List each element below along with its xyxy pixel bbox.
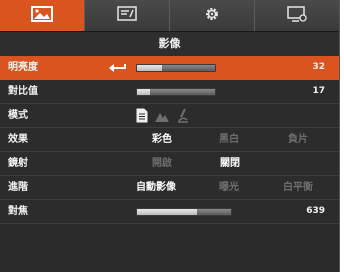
document-icon[interactable] bbox=[136, 108, 148, 126]
mirror-label: 鏡射 bbox=[8, 158, 28, 169]
row-advanced[interactable]: 進階 自動影像 曝光 白平衡 bbox=[0, 176, 339, 200]
tab-display[interactable] bbox=[255, 0, 339, 31]
contrast-value: 17 bbox=[312, 86, 325, 96]
tab-settings[interactable] bbox=[170, 0, 255, 31]
row-contrast[interactable]: 對比值 17 bbox=[0, 80, 339, 104]
effect-option-negative[interactable]: 負片 bbox=[288, 128, 308, 151]
tab-presentation[interactable] bbox=[85, 0, 170, 31]
effect-option-mono[interactable]: 黑白 bbox=[219, 128, 239, 151]
landscape-icon[interactable] bbox=[154, 108, 170, 126]
row-mirror[interactable]: 鏡射 開啟 關閉 bbox=[0, 152, 339, 176]
brightness-label: 明亮度 bbox=[8, 62, 38, 73]
page-title: 影像 bbox=[0, 32, 339, 56]
gear-icon bbox=[204, 6, 220, 26]
row-effect[interactable]: 效果 彩色 黑白 負片 bbox=[0, 128, 339, 152]
brightness-value: 32 bbox=[312, 62, 325, 72]
focus-slider-fill bbox=[137, 209, 198, 215]
microscope-icon[interactable] bbox=[176, 108, 190, 126]
advanced-option-auto-image[interactable]: 自動影像 bbox=[136, 176, 176, 199]
enter-arrow-icon bbox=[108, 61, 126, 76]
mirror-option-off[interactable]: 關閉 bbox=[220, 152, 240, 175]
advanced-option-white-balance[interactable]: 白平衡 bbox=[283, 176, 313, 199]
advanced-option-exposure[interactable]: 曝光 bbox=[219, 176, 239, 199]
image-icon bbox=[31, 5, 53, 26]
mode-options bbox=[136, 108, 190, 126]
brightness-slider-fill bbox=[137, 65, 162, 71]
presentation-icon bbox=[117, 5, 137, 26]
focus-label: 對焦 bbox=[8, 206, 28, 217]
osd-menu: 影像 明亮度 32 對比值 17 模式 效果 彩色 黑白 負片 鏡射 開啟 關閉… bbox=[0, 0, 340, 272]
focus-value: 639 bbox=[306, 206, 325, 216]
mode-label: 模式 bbox=[8, 110, 28, 121]
advanced-label: 進階 bbox=[8, 182, 28, 193]
row-mode[interactable]: 模式 bbox=[0, 104, 339, 128]
brightness-slider[interactable] bbox=[136, 64, 216, 72]
row-focus[interactable]: 對焦 639 bbox=[0, 200, 339, 224]
contrast-slider[interactable] bbox=[136, 88, 216, 96]
effect-option-color[interactable]: 彩色 bbox=[152, 128, 172, 151]
row-brightness[interactable]: 明亮度 32 bbox=[0, 56, 339, 80]
contrast-label: 對比值 bbox=[8, 86, 38, 97]
mirror-option-on[interactable]: 開啟 bbox=[152, 152, 172, 175]
monitor-settings-icon bbox=[287, 5, 307, 26]
effect-label: 效果 bbox=[8, 134, 28, 145]
tab-image[interactable] bbox=[0, 0, 85, 31]
menu-tabs bbox=[0, 0, 339, 32]
contrast-slider-fill bbox=[137, 89, 151, 95]
focus-slider[interactable] bbox=[136, 208, 232, 216]
